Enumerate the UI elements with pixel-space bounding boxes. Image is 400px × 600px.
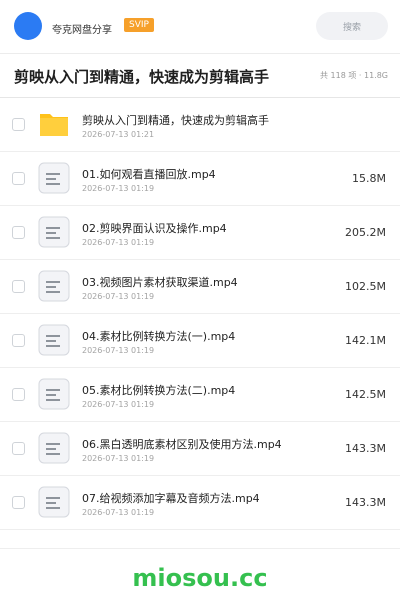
row-checkbox[interactable] — [12, 226, 25, 239]
row-checkbox[interactable] — [12, 118, 25, 131]
file-date: 2026-07-13 01:19 — [82, 292, 155, 301]
list-item[interactable]: 07.给视频添加字幕及音频方法.mp4 2026-07-13 01:19 143… — [0, 476, 400, 530]
list-item[interactable]: 03.视频图片素材获取渠道.mp4 2026-07-13 01:19 102.5… — [0, 260, 400, 314]
file-date: 2026-07-13 01:19 — [82, 184, 155, 193]
file-name: 剪映从入门到精通，快速成为剪辑高手 — [82, 114, 269, 127]
file-name: 01.如何观看直播回放.mp4 — [82, 168, 216, 181]
list-item[interactable]: 04.素材比例转换方法(一).mp4 2026-07-13 01:19 142.… — [0, 314, 400, 368]
document-icon — [38, 432, 70, 464]
row-checkbox[interactable] — [12, 280, 25, 293]
file-date: 2026-07-13 01:19 — [82, 508, 155, 517]
folder-title-bar: 剪映从入门到精通，快速成为剪辑高手 共 118 项 · 11.8G — [0, 54, 400, 98]
file-date: 2026-07-13 01:19 — [82, 400, 155, 409]
file-size: 15.8M — [352, 172, 386, 185]
row-checkbox[interactable] — [12, 388, 25, 401]
file-size: 143.3M — [345, 496, 386, 509]
file-size: 102.5M — [345, 280, 386, 293]
file-date: 2026-07-13 01:19 — [82, 238, 155, 247]
row-checkbox[interactable] — [12, 334, 25, 347]
row-checkbox[interactable] — [12, 442, 25, 455]
row-checkbox[interactable] — [12, 496, 25, 509]
row-checkbox[interactable] — [12, 172, 25, 185]
file-size: 142.1M — [345, 334, 386, 347]
svip-badge: SVIP — [124, 18, 154, 32]
list-item[interactable]: 06.黑白透明底素材区别及使用方法.mp4 2026-07-13 01:19 1… — [0, 422, 400, 476]
document-icon — [38, 486, 70, 518]
folder-icon — [40, 114, 68, 136]
list-item[interactable]: 05.素材比例转换方法(二).mp4 2026-07-13 01:19 142.… — [0, 368, 400, 422]
file-size: 205.2M — [345, 226, 386, 239]
document-icon — [38, 162, 70, 194]
document-icon — [38, 378, 70, 410]
footer-divider — [0, 548, 400, 549]
folder-meta: 共 118 项 · 11.8G — [320, 71, 388, 80]
file-name: 05.素材比例转换方法(二).mp4 — [82, 384, 236, 397]
brand-label: 夸克网盘分享 — [52, 25, 112, 36]
file-name: 06.黑白透明底素材区别及使用方法.mp4 — [82, 438, 282, 451]
file-size: 143.3M — [345, 442, 386, 455]
file-name: 07.给视频添加字幕及音频方法.mp4 — [82, 492, 260, 505]
file-date: 2026-07-13 01:19 — [82, 346, 155, 355]
list-item[interactable]: 01.如何观看直播回放.mp4 2026-07-13 01:19 15.8M — [0, 152, 400, 206]
file-date: 2026-07-13 01:21 — [82, 130, 155, 139]
file-size: 142.5M — [345, 388, 386, 401]
file-date: 2026-07-13 01:19 — [82, 454, 155, 463]
document-icon — [38, 216, 70, 248]
page-title: 剪映从入门到精通，快速成为剪辑高手 — [14, 68, 270, 86]
document-icon — [38, 324, 70, 356]
file-name: 02.剪映界面认识及操作.mp4 — [82, 222, 227, 235]
watermark: miosou.cc — [132, 564, 268, 592]
header-bar: 夸克网盘分享 SVIP 搜索 — [0, 0, 400, 54]
file-name: 04.素材比例转换方法(一).mp4 — [82, 330, 236, 343]
avatar[interactable] — [14, 12, 42, 40]
list-item[interactable]: 02.剪映界面认识及操作.mp4 2026-07-13 01:19 205.2M — [0, 206, 400, 260]
search-input[interactable]: 搜索 — [316, 12, 388, 40]
file-name: 03.视频图片素材获取渠道.mp4 — [82, 276, 238, 289]
list-item[interactable]: 剪映从入门到精通，快速成为剪辑高手 2026-07-13 01:21 — [0, 98, 400, 152]
document-icon — [38, 270, 70, 302]
